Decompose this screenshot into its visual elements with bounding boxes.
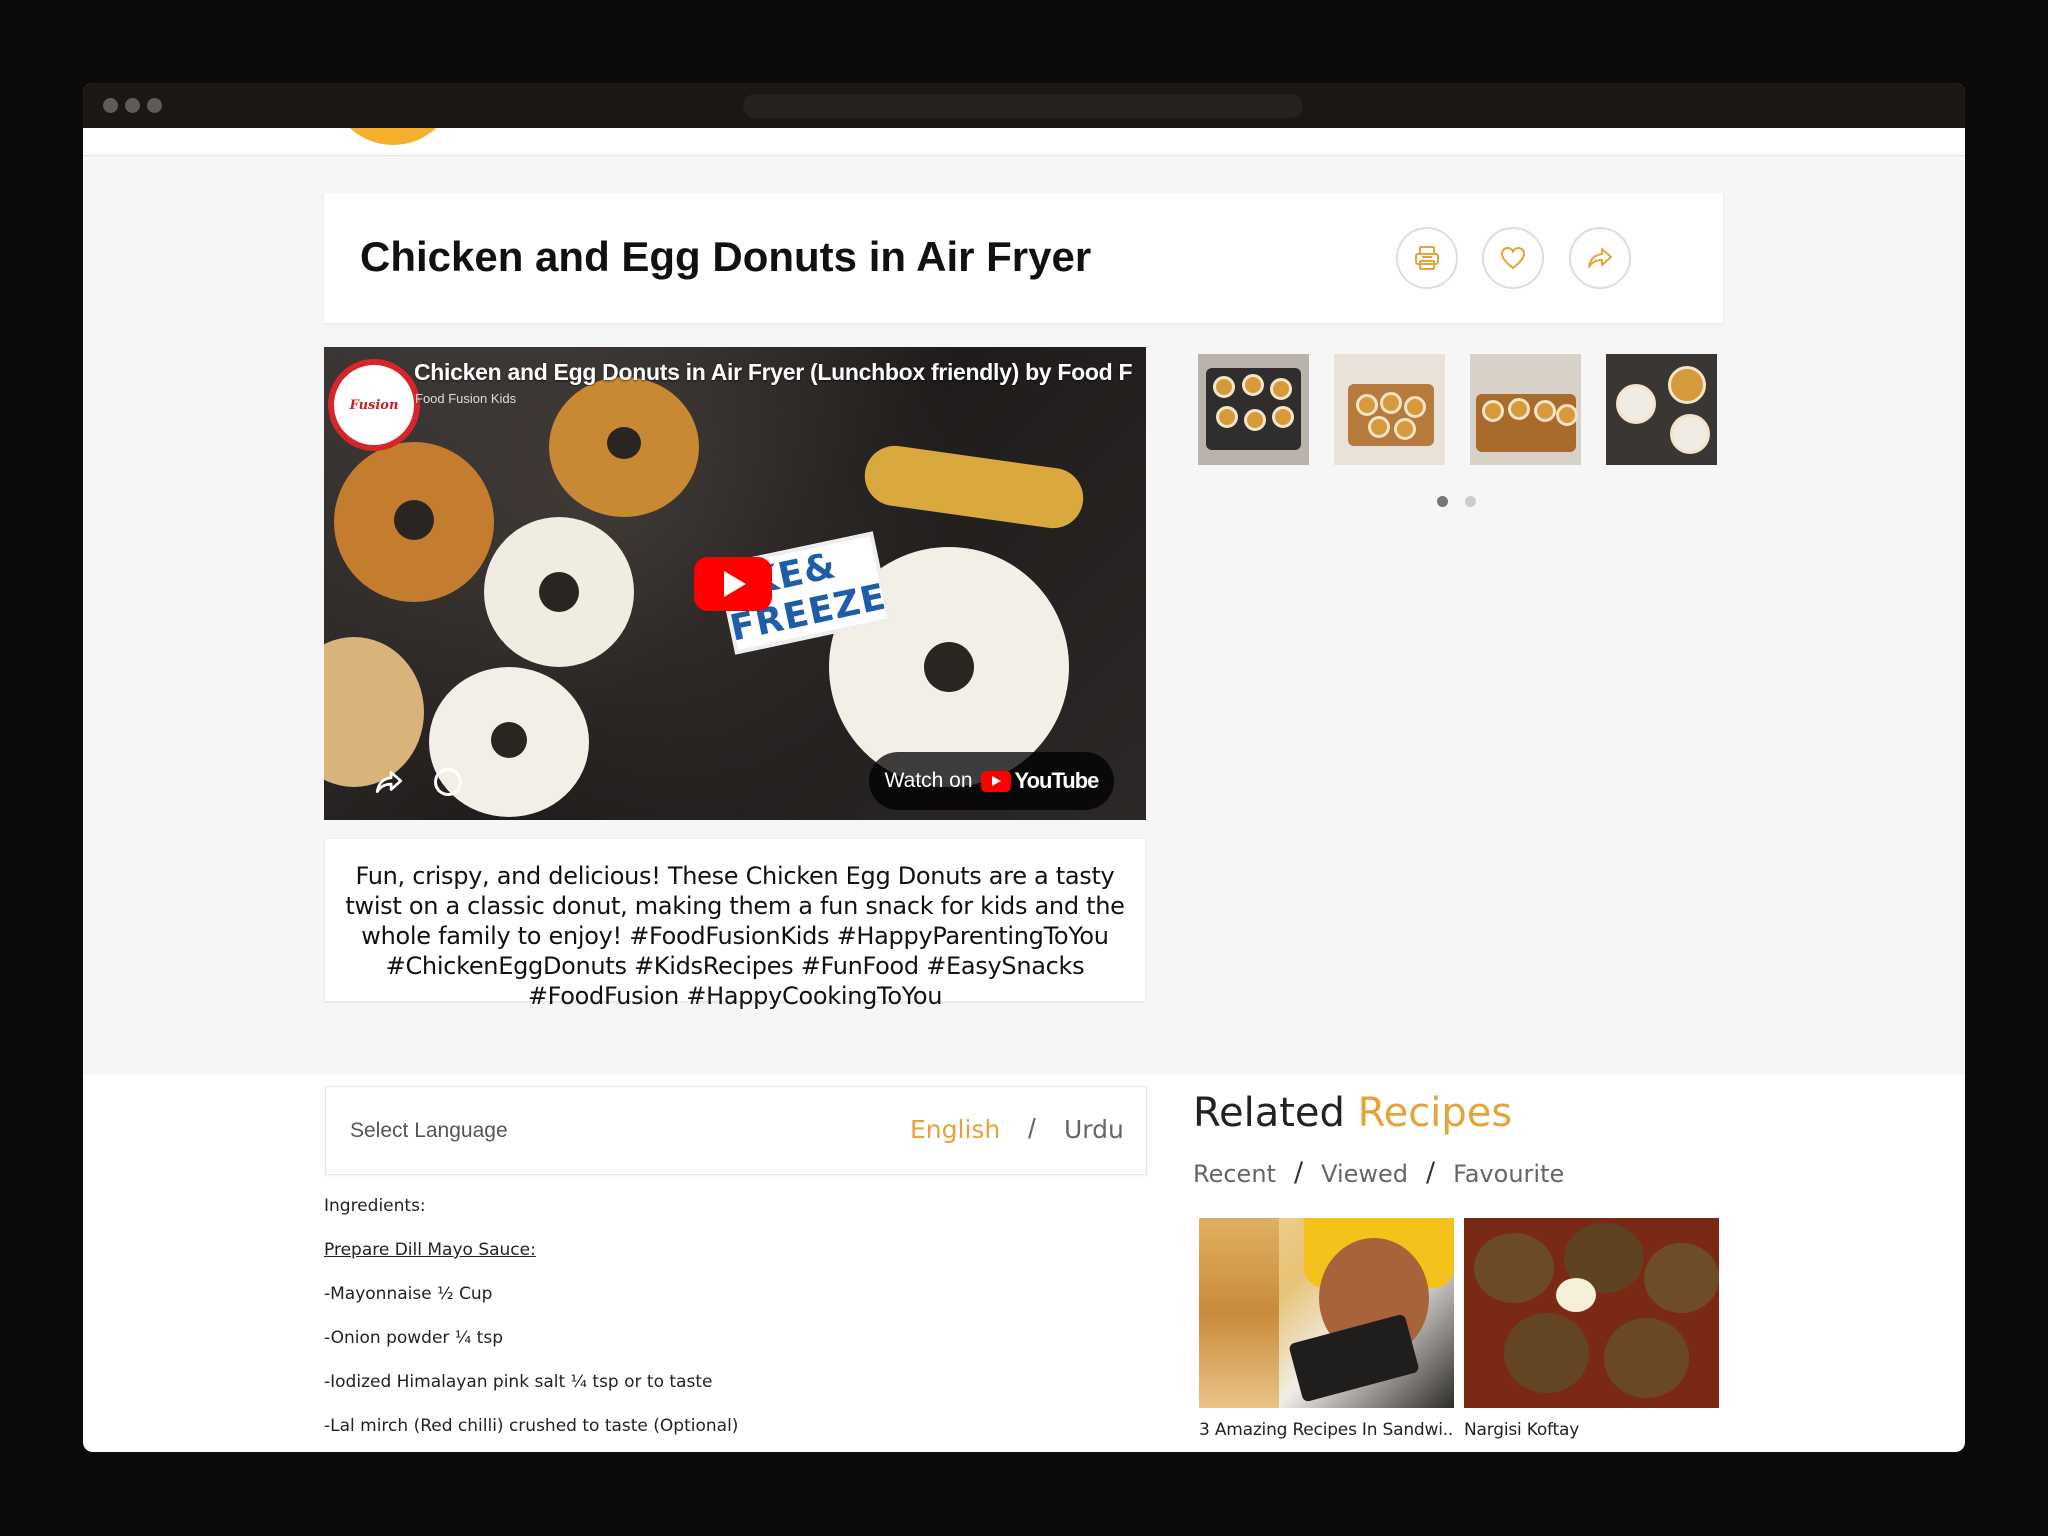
watch-on-youtube-button[interactable]: Watch on YouTube bbox=[869, 752, 1114, 810]
gallery-thumbnail[interactable] bbox=[1470, 354, 1581, 465]
window-controls bbox=[103, 98, 162, 113]
minimize-window-dot[interactable] bbox=[125, 98, 140, 113]
ingredients-list: Ingredients: Prepare Dill Mayo Sauce: -M… bbox=[324, 1196, 738, 1452]
heart-icon bbox=[1500, 246, 1526, 270]
gallery-thumbnail[interactable] bbox=[1198, 354, 1309, 465]
related-recipes-tabs: Recent / Viewed / Favourite bbox=[1193, 1157, 1564, 1188]
play-icon bbox=[724, 571, 746, 597]
related-recipes-title: Related Recipes bbox=[1193, 1090, 1513, 1136]
channel-logo[interactable]: Fusion bbox=[328, 359, 420, 451]
related-recipe-image[interactable] bbox=[1464, 1218, 1719, 1408]
browser-titlebar bbox=[83, 83, 1965, 128]
recipe-title: Chicken and Egg Donuts in Air Fryer bbox=[360, 233, 1092, 280]
video-share-icon[interactable] bbox=[374, 767, 404, 797]
related-recipe-card[interactable]: 3 Amazing Recipes In Sandwi... bbox=[1199, 1218, 1454, 1440]
video-title[interactable]: Chicken and Egg Donuts in Air Fryer (Lun… bbox=[414, 359, 1134, 386]
ingredient-item: -Lal mirch (Red chilli) crushed to taste… bbox=[324, 1416, 739, 1436]
youtube-video-player[interactable]: Fusion Chicken and Egg Donuts in Air Fry… bbox=[324, 347, 1146, 820]
ingredients-subheading: Prepare Dill Mayo Sauce: bbox=[324, 1240, 536, 1260]
browser-window: Chicken and Egg Donuts in Air Fryer Fusi… bbox=[83, 83, 1965, 1452]
related-recipe-caption[interactable]: 3 Amazing Recipes In Sandwi... bbox=[1199, 1420, 1454, 1440]
related-recipe-card[interactable]: Nargisi Koftay bbox=[1464, 1218, 1719, 1440]
site-logo[interactable] bbox=[333, 128, 453, 145]
watch-later-clock-icon[interactable] bbox=[434, 768, 462, 796]
language-selector: Select Language English / Urdu bbox=[325, 1086, 1147, 1175]
watch-on-label: Watch on bbox=[884, 769, 973, 792]
share-icon bbox=[1588, 248, 1612, 268]
tab-viewed[interactable]: Viewed bbox=[1321, 1160, 1408, 1188]
favourite-button[interactable] bbox=[1482, 227, 1544, 289]
ingredient-item: -Iodized Himalayan pink salt ¼ tsp or to… bbox=[324, 1372, 713, 1392]
donut-image bbox=[334, 442, 494, 602]
close-window-dot[interactable] bbox=[103, 98, 118, 113]
tab-favourite[interactable]: Favourite bbox=[1453, 1160, 1564, 1188]
ingredient-item: -Onion powder ¼ tsp bbox=[324, 1328, 503, 1348]
tab-separator: / bbox=[1426, 1157, 1436, 1188]
ingredient-item: -Mayonnaise ½ Cup bbox=[324, 1284, 493, 1304]
donut-image bbox=[549, 377, 699, 517]
maximize-window-dot[interactable] bbox=[147, 98, 162, 113]
print-button[interactable] bbox=[1396, 227, 1458, 289]
tab-recent[interactable]: Recent bbox=[1193, 1160, 1276, 1188]
language-english-option[interactable]: English bbox=[910, 1115, 1000, 1144]
related-recipe-caption[interactable]: Nargisi Koftay bbox=[1464, 1420, 1719, 1440]
gallery-thumbnail[interactable] bbox=[1334, 354, 1445, 465]
language-urdu-option[interactable]: Urdu bbox=[1064, 1115, 1124, 1144]
language-label: Select Language bbox=[350, 1119, 508, 1142]
language-separator: / bbox=[1028, 1113, 1036, 1144]
gallery-thumbnail[interactable] bbox=[1606, 354, 1717, 465]
gallery-page-dot[interactable] bbox=[1437, 496, 1448, 507]
donut-image bbox=[484, 517, 634, 667]
recipe-description: Fun, crispy, and delicious! These Chicke… bbox=[345, 862, 1125, 1010]
play-button[interactable] bbox=[694, 557, 772, 611]
gallery-pagination bbox=[1437, 496, 1476, 507]
video-channel-name[interactable]: Food Fusion Kids bbox=[415, 391, 516, 406]
gallery-page-dot[interactable] bbox=[1465, 496, 1476, 507]
site-header bbox=[83, 128, 1965, 156]
share-button[interactable] bbox=[1569, 227, 1631, 289]
recipe-description-card: Fun, crispy, and delicious! These Chicke… bbox=[325, 839, 1145, 1010]
print-icon bbox=[1415, 246, 1439, 270]
youtube-play-icon bbox=[980, 770, 1011, 792]
related-recipe-image[interactable] bbox=[1199, 1218, 1454, 1408]
related-recipes-list: 3 Amazing Recipes In Sandwi... Nargisi K… bbox=[1199, 1218, 1719, 1440]
address-bar[interactable] bbox=[743, 94, 1303, 118]
tab-separator: / bbox=[1293, 1157, 1304, 1188]
recipe-title-card: Chicken and Egg Donuts in Air Fryer bbox=[324, 193, 1723, 323]
ingredients-heading: Ingredients: bbox=[324, 1196, 426, 1216]
youtube-logo: YouTube bbox=[980, 768, 1099, 794]
recipe-image-gallery bbox=[1198, 354, 1717, 465]
